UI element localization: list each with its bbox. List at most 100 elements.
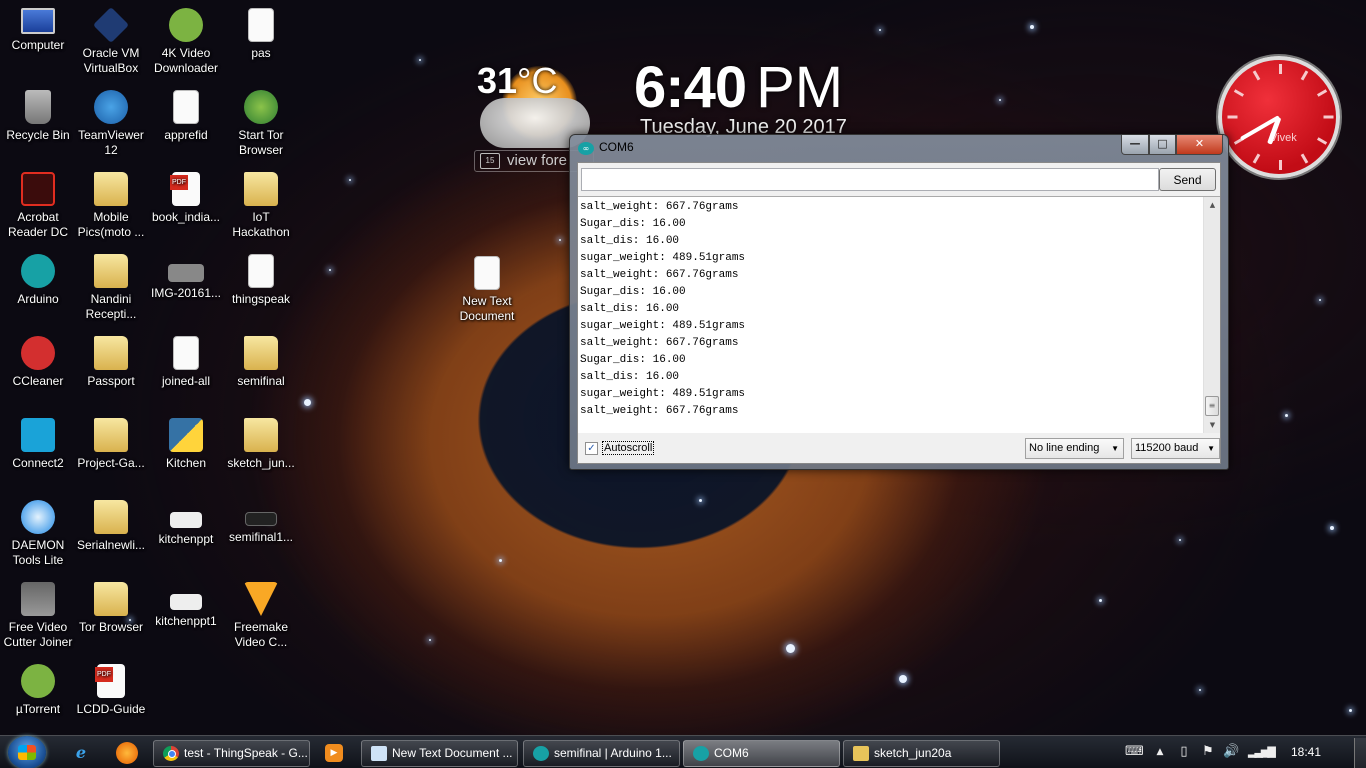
desktop-icon[interactable]: IMG-20161... [148, 254, 224, 301]
taskbar-item[interactable]: sketch_jun20a [843, 740, 1000, 767]
desktop-icon[interactable]: Arduino [0, 254, 76, 307]
desktop-icon[interactable]: Freemake Video C... [223, 582, 299, 650]
minimize-button[interactable]: — [1121, 135, 1149, 155]
analog-clock-gadget[interactable]: Vivek [1218, 56, 1340, 178]
desktop-icon[interactable]: New Text Document [449, 256, 525, 324]
folder-icon [94, 418, 128, 452]
vertical-scrollbar[interactable]: ▲ ≡ ▼ [1203, 197, 1220, 434]
arduino-icon [533, 746, 549, 761]
notepad-icon [371, 746, 387, 761]
clock-tick [1252, 70, 1261, 81]
desktop-icon[interactable]: kitchenppt1 [148, 582, 224, 629]
fvcj-icon [21, 582, 55, 616]
desktop-icon[interactable]: LCDD-Guide [73, 664, 149, 717]
desktop-icon[interactable]: joined-all [148, 336, 224, 389]
desktop-icon[interactable]: sketch_jun... [223, 418, 299, 471]
serial-monitor-window[interactable]: ∞ COM6 — □ ✕ Send salt_weight: 667.76gra… [569, 134, 1229, 470]
tor-icon [244, 90, 278, 124]
keyboard-icon[interactable]: ⌨ [1125, 744, 1144, 760]
desktop-icon-label: Connect2 [12, 456, 64, 470]
desktop-icon-label: Serialnewli... [76, 538, 146, 552]
desktop-icon[interactable]: Serialnewli... [73, 500, 149, 553]
line-ending-value: No line ending [1029, 442, 1100, 454]
action-center-flag-icon[interactable]: ⚑ [1200, 744, 1216, 760]
show-hidden-icons-icon[interactable]: ▲ [1152, 744, 1168, 760]
desktop-icon[interactable]: Free Video Cutter Joiner [0, 582, 76, 650]
line-ending-select[interactable]: No line ending ▼ [1025, 438, 1124, 459]
output-lines: salt_weight: 667.76grams Sugar_dis: 16.00… [580, 199, 1202, 420]
desktop-icon-label: pas [251, 46, 271, 60]
desktop-icon[interactable]: DAEMON Tools Lite [0, 500, 76, 568]
taskbar-item[interactable]: semifinal | Arduino 1... [523, 740, 680, 767]
desktop-icon[interactable]: Recycle Bin [0, 90, 76, 143]
internet-explorer-icon[interactable]: e [70, 742, 92, 764]
desktop-icon[interactable]: Start Tor Browser [223, 90, 299, 158]
checkbox-icon[interactable]: ✓ [585, 441, 598, 455]
desktop-icon[interactable]: IoT Hackathon [223, 172, 299, 240]
media-player-icon[interactable]: ▶ [325, 744, 343, 762]
folder-icon [94, 582, 128, 616]
send-button[interactable]: Send [1159, 168, 1216, 191]
desktop-icon[interactable]: semifinal1... [223, 500, 299, 545]
desktop-icon-label: Passport [87, 374, 135, 388]
desktop-icon[interactable]: semifinal [223, 336, 299, 389]
start-button[interactable] [8, 736, 46, 768]
scroll-down-arrow-icon[interactable]: ▼ [1204, 417, 1221, 434]
desktop-icon[interactable]: Mobile Pics(moto ... [73, 172, 149, 240]
desktop-icon-label: CCleaner [12, 374, 64, 388]
desktop-icon-label: New Text Document [459, 294, 515, 323]
serial-output[interactable]: salt_weight: 667.76grams Sugar_dis: 16.00… [578, 197, 1220, 435]
desktop-icon[interactable]: Nandini Recepti... [73, 254, 149, 322]
volume-icon[interactable]: 🔊 [1223, 744, 1239, 760]
folder-icon [244, 418, 278, 452]
desktop-icon[interactable]: Acrobat Reader DC [0, 172, 76, 240]
output-line: sugar_weight: 489.51grams [580, 320, 746, 332]
baud-rate-select[interactable]: 115200 baud ▼ [1131, 438, 1220, 459]
serial-input[interactable] [581, 168, 1159, 191]
tray-clock[interactable]: 18:41 [1286, 736, 1326, 768]
taskbar-item[interactable]: test - ThingSpeak - G... [153, 740, 310, 767]
star [429, 639, 431, 641]
desktop-icon[interactable]: apprefid [148, 90, 224, 143]
desktop-icon[interactable]: CCleaner [0, 336, 76, 389]
desktop-icon[interactable]: thingspeak [223, 254, 299, 307]
desktop-icon-label: Start Tor Browser [238, 128, 284, 157]
doc-icon [173, 90, 199, 124]
desktop-icon-label: 4K Video Downloader [153, 46, 219, 75]
desktop-icon[interactable]: µTorrent [0, 664, 76, 717]
desktop-icon[interactable]: book_india... [148, 172, 224, 225]
star [1098, 598, 1102, 602]
output-line: salt_dis: 16.00 [580, 303, 680, 315]
output-line: Sugar_dis: 16.00 [580, 286, 686, 298]
close-button[interactable]: ✕ [1176, 135, 1223, 155]
star [1284, 413, 1288, 417]
autoscroll-checkbox[interactable]: ✓ Autoscroll [585, 441, 655, 455]
desktop-icon[interactable]: pas [223, 8, 299, 61]
desktop-icon[interactable]: TeamViewer 12 [73, 90, 149, 158]
scroll-up-arrow-icon[interactable]: ▲ [1204, 197, 1221, 214]
title-bar[interactable]: ∞ COM6 — □ ✕ [570, 135, 1228, 161]
star [1348, 708, 1352, 712]
show-desktop-button[interactable] [1354, 738, 1366, 768]
desktop-icon-label: µTorrent [15, 702, 61, 716]
desktop-icon[interactable]: Computer [0, 8, 76, 53]
battery-icon[interactable]: ▯ [1176, 744, 1192, 760]
autoscroll-label: Autoscroll [602, 441, 655, 455]
maximize-button[interactable]: □ [1149, 135, 1176, 155]
taskbar-item-label: sketch_jun20a [874, 746, 952, 760]
scrollbar-thumb[interactable]: ≡ [1205, 396, 1219, 416]
desktop-icon[interactable]: kitchenppt [148, 500, 224, 547]
taskbar-item[interactable]: New Text Document ... [361, 740, 518, 767]
desktop-icon[interactable]: Passport [73, 336, 149, 389]
taskbar-item[interactable]: COM6 [683, 740, 840, 767]
network-signal-icon[interactable]: ▂▃▅▇ [1248, 744, 1276, 760]
desktop-icon[interactable]: Tor Browser [73, 582, 149, 635]
desktop-icon[interactable]: Connect2 [0, 418, 76, 471]
desktop-icon[interactable]: Kitchen [148, 418, 224, 471]
firefox-icon[interactable] [116, 742, 138, 764]
output-line: salt_dis: 16.00 [580, 371, 680, 383]
desktop-icon-label: sketch_jun... [227, 456, 295, 470]
desktop-icon[interactable]: 4K Video Downloader [148, 8, 224, 76]
desktop-icon[interactable]: Oracle VM VirtualBox [73, 6, 149, 76]
desktop-icon[interactable]: Project-Ga... [73, 418, 149, 471]
